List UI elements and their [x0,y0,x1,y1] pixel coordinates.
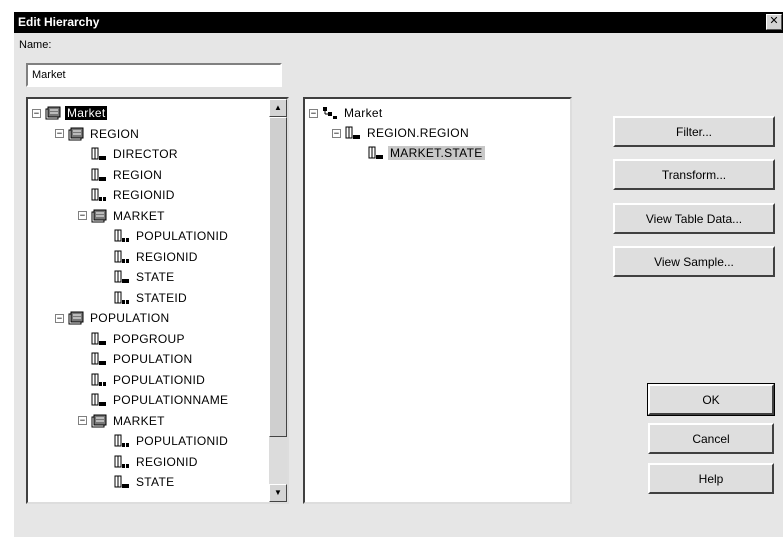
int-column-icon [114,291,130,305]
tree-node[interactable]: DIRECTOR [78,144,180,164]
collapse-toggle-icon[interactable]: − [78,211,87,221]
tree-node-label: REGION.REGION [367,126,469,140]
tree-node-label: STATE [136,270,175,284]
tree-node-label: REGIONID [113,188,175,202]
tree-node[interactable]: REGION [78,165,164,185]
dimension-icon [45,106,61,120]
text-column-icon [91,332,107,346]
collapse-toggle-icon[interactable]: − [332,128,341,138]
tree-node[interactable]: − REGION [55,124,141,144]
help-button[interactable]: Help [648,463,774,494]
text-column-icon [114,270,130,284]
dimension-icon [68,127,84,141]
view-table-data-button[interactable]: View Table Data... [613,203,775,234]
tree-node[interactable]: − Market [32,103,108,123]
tree-node[interactable]: POPGROUP [78,329,187,349]
text-column-icon [91,147,107,161]
transform-button[interactable]: Transform... [613,159,775,190]
tree-node[interactable]: POPULATIONNAME [78,390,230,410]
tree-node[interactable]: MARKET.STATE [355,143,485,163]
text-column-icon [114,475,130,489]
tree-node-label: STATEID [136,290,187,305]
tree-node-label: Market [65,106,108,120]
int-column-icon [114,250,130,264]
tree-node[interactable]: STATEID [101,288,189,308]
tree-node-label: POPULATIONID [136,434,229,448]
int-column-icon [91,188,107,202]
tree-node-label: POPULATIONID [113,372,206,387]
tree-node[interactable]: STATE [101,267,176,287]
tree-node-label: REGIONID [136,454,198,469]
tree-node[interactable]: − MARKET [78,411,167,431]
text-column-icon [91,168,107,182]
text-column-icon [345,126,361,140]
text-column-icon [91,393,107,407]
tree-node-label: POPULATION [113,352,193,366]
tree-node-label: MARKET.STATE [388,146,485,160]
tree-node-label: DIRECTOR [113,147,178,161]
int-column-icon [114,434,130,448]
tree-node-label: MARKET [113,413,165,428]
filter-button[interactable]: Filter... [613,116,775,147]
tree-node-label: POPULATIONID [136,229,229,243]
scroll-down-arrow-icon[interactable]: ▼ [269,484,287,502]
tree-node[interactable]: STATE [101,472,176,492]
scroll-up-arrow-icon[interactable]: ▲ [269,99,287,117]
dimension-icon [91,414,107,428]
text-column-icon [368,146,384,160]
source-tree-panel[interactable]: − Market − REGION DIRECTOR REGION REGIONID − MAR… [26,97,289,504]
dialog-title: Edit Hierarchy [18,15,100,29]
collapse-toggle-icon[interactable]: − [78,416,87,426]
source-tree: − Market − REGION DIRECTOR REGION REGIONID − MAR… [28,99,267,502]
tree-node-label: STATE [136,475,175,489]
hierarchy-icon [322,106,338,120]
int-column-icon [114,455,130,469]
source-tree-scrollbar[interactable]: ▲ ▼ [269,99,287,502]
close-icon[interactable]: ✕ [766,14,782,30]
tree-node[interactable]: POPULATIONID [101,431,230,451]
collapse-toggle-icon[interactable]: − [32,108,41,118]
ok-button[interactable]: OK [647,383,775,416]
tree-node[interactable]: POPULATION [78,349,194,369]
int-column-icon [114,229,130,243]
dimension-icon [91,209,107,223]
scroll-thumb[interactable] [269,117,287,437]
text-column-icon [91,352,107,366]
tree-node-label: POPULATIONNAME [113,393,229,407]
collapse-toggle-icon[interactable]: − [55,129,64,139]
tree-node[interactable]: REGIONID [78,185,177,205]
dimension-icon [68,311,84,325]
collapse-toggle-icon[interactable]: − [55,313,64,323]
tree-node[interactable]: REGIONID [101,452,200,472]
tree-node-label: POPGROUP [113,331,185,346]
edit-hierarchy-dialog: Edit Hierarchy ✕ Name: −Market−REGIONDIR… [13,11,783,537]
collapse-toggle-icon[interactable]: − [309,108,318,118]
tree-node-label: REGION [90,126,140,141]
hierarchy-tree-panel[interactable]: − Market − REGION.REGION MARKET.STATE [303,97,572,504]
tree-node-label: REGIONID [136,249,198,264]
tree-node[interactable]: POPULATIONID [101,226,230,246]
title-bar: Edit Hierarchy ✕ [14,12,783,33]
tree-node[interactable]: POPULATIONID [78,370,207,390]
tree-node-label: POPULATION [90,311,170,325]
tree-node-label: REGION [113,167,163,182]
name-label: Name: [19,39,52,51]
tree-node[interactable]: − REGION.REGION [332,123,471,143]
tree-node-label: MARKET [113,208,165,223]
tree-node-label: Market [344,106,383,120]
cancel-button[interactable]: Cancel [648,423,774,454]
view-sample-button[interactable]: View Sample... [613,246,775,277]
tree-node[interactable]: − MARKET [78,206,167,226]
name-input[interactable] [26,63,282,87]
tree-node[interactable]: − POPULATION [55,308,171,328]
tree-node[interactable]: REGIONID [101,247,200,267]
hierarchy-tree: − Market − REGION.REGION MARKET.STATE [305,99,570,502]
int-column-icon [91,373,107,387]
tree-node[interactable]: − Market [309,103,384,123]
